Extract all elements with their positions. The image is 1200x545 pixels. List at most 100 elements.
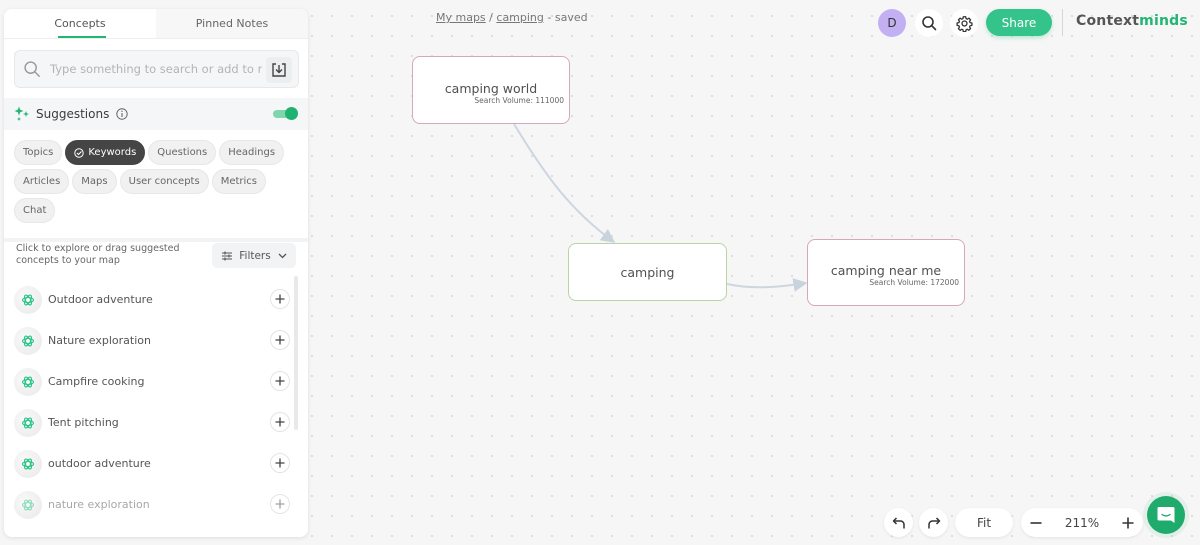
chip-maps[interactable]: Maps xyxy=(72,169,117,194)
filters-label: Filters xyxy=(239,249,271,262)
map-node-camping-world[interactable]: camping world Search Volume: 111000 xyxy=(412,56,570,124)
chip-metrics[interactable]: Metrics xyxy=(211,169,266,194)
ai-concept-icon xyxy=(14,449,42,478)
chip-label: Headings xyxy=(228,147,276,158)
concepts-sidebar: Concepts Pinned Notes Suggestions xyxy=(4,9,308,537)
concept-list-scrollbar[interactable] xyxy=(294,276,298,430)
sparkle-icon xyxy=(14,106,29,121)
suggestions-toggle[interactable] xyxy=(273,107,298,120)
chip-questions[interactable]: Questions xyxy=(148,140,217,165)
minus-icon xyxy=(1030,521,1042,524)
add-concept-button[interactable] xyxy=(270,494,290,514)
redo-icon xyxy=(927,516,940,528)
concept-label: nature exploration xyxy=(48,498,150,511)
plus-icon xyxy=(275,499,285,509)
edge-camping-to-camping-near-me[interactable] xyxy=(726,278,808,292)
chip-label: Topics xyxy=(23,147,54,158)
ai-concept-icon xyxy=(14,490,42,519)
tab-concepts[interactable]: Concepts xyxy=(4,9,156,38)
filters-button[interactable]: Filters xyxy=(212,243,296,268)
breadcrumb-separator: / xyxy=(489,11,493,24)
node-search-volume: Search Volume: 172000 xyxy=(869,277,959,287)
header-divider xyxy=(1062,9,1063,36)
check-circle-icon xyxy=(74,147,85,158)
share-button[interactable]: Share xyxy=(986,9,1052,36)
section-divider xyxy=(4,238,308,242)
chip-label: Maps xyxy=(81,176,108,187)
add-concept-button[interactable] xyxy=(270,453,290,473)
chip-articles[interactable]: Articles xyxy=(14,169,70,194)
zoom-level: 211% xyxy=(1064,515,1100,530)
brand-primary: Context xyxy=(1076,13,1140,29)
map-node-camping[interactable]: camping xyxy=(568,243,727,301)
info-icon[interactable] xyxy=(116,108,129,120)
search-icon xyxy=(24,61,40,77)
tab-pinned-notes-label: Pinned Notes xyxy=(195,17,269,30)
fit-view-button[interactable]: Fit xyxy=(955,508,1013,537)
list-item[interactable]: Outdoor adventure xyxy=(14,279,290,320)
concept-label: Campfire cooking xyxy=(48,375,145,388)
concept-label: outdoor adventure xyxy=(48,457,151,470)
active-tab-indicator xyxy=(58,36,106,38)
settings-button[interactable] xyxy=(950,9,978,37)
search-map-button[interactable] xyxy=(915,9,943,37)
add-concept-button[interactable] xyxy=(270,412,290,432)
toggle-knob xyxy=(285,107,298,120)
brand-logo[interactable]: Contextminds xyxy=(1076,13,1188,29)
redo-button[interactable] xyxy=(919,508,948,537)
user-avatar[interactable]: D xyxy=(878,9,906,37)
list-item[interactable]: nature exploration xyxy=(14,484,290,525)
edge-camping-world-to-camping[interactable] xyxy=(513,123,616,243)
ai-concept-icon xyxy=(14,408,42,437)
chip-label: User concepts xyxy=(128,176,200,187)
avatar-initial: D xyxy=(887,16,897,30)
chip-user-concepts[interactable]: User concepts xyxy=(119,169,209,194)
node-title: camping world xyxy=(444,81,538,96)
node-title: camping xyxy=(620,264,675,280)
add-concept-button[interactable] xyxy=(270,330,290,350)
chip-headings[interactable]: Headings xyxy=(219,140,285,165)
add-concept-button[interactable] xyxy=(270,371,290,391)
fit-label: Fit xyxy=(976,515,992,530)
tab-pinned-notes[interactable]: Pinned Notes xyxy=(156,9,308,38)
chip-label: Articles xyxy=(23,176,61,187)
zoom-controls: 211% xyxy=(1021,508,1143,537)
support-chat-button[interactable] xyxy=(1147,496,1185,534)
breadcrumb-my-maps-link[interactable]: My maps xyxy=(436,11,486,24)
gear-icon xyxy=(955,15,973,32)
undo-button[interactable] xyxy=(884,508,913,537)
chip-topics[interactable]: Topics xyxy=(14,140,63,165)
breadcrumb-current-map-link[interactable]: camping xyxy=(496,11,544,24)
import-button[interactable] xyxy=(266,57,292,83)
plus-icon xyxy=(275,376,285,386)
save-status: - saved xyxy=(547,11,588,24)
node-title: camping near me xyxy=(830,262,942,278)
node-search-volume: Search Volume: 111000 xyxy=(474,96,564,105)
list-item[interactable]: Campfire cooking xyxy=(14,361,290,402)
import-icon xyxy=(272,63,286,77)
chip-keywords[interactable]: Keywords xyxy=(65,140,146,165)
search-icon xyxy=(922,16,937,31)
plus-icon xyxy=(275,335,285,345)
list-item[interactable]: outdoor adventure xyxy=(14,443,290,484)
list-item[interactable]: Nature exploration xyxy=(14,320,290,361)
map-node-camping-near-me[interactable]: camping near me Search Volume: 172000 xyxy=(807,239,965,306)
concept-search xyxy=(14,50,299,88)
ai-concept-icon xyxy=(14,367,42,396)
zoom-out-button[interactable] xyxy=(1030,517,1042,529)
list-item[interactable]: Tent pitching xyxy=(14,402,290,443)
chip-label: Keywords xyxy=(88,147,137,158)
suggestions-label: Suggestions xyxy=(36,107,110,121)
concept-label: Tent pitching xyxy=(48,416,119,429)
chip-label: Chat xyxy=(23,205,47,216)
search-input[interactable] xyxy=(50,62,262,76)
add-concept-button[interactable] xyxy=(270,289,290,309)
zoom-in-button[interactable] xyxy=(1122,517,1134,529)
suggested-concepts-list: Outdoor adventure Nature exploration Cam… xyxy=(14,279,290,525)
chip-chat[interactable]: Chat xyxy=(14,198,56,223)
chat-icon xyxy=(1157,507,1175,523)
tab-concepts-label: Concepts xyxy=(54,17,106,30)
suggestions-hint: Click to explore or drag suggested conce… xyxy=(16,243,180,266)
suggestion-type-chips: Topics Keywords Questions Headings Artic… xyxy=(14,140,299,223)
plus-icon xyxy=(1122,517,1134,528)
